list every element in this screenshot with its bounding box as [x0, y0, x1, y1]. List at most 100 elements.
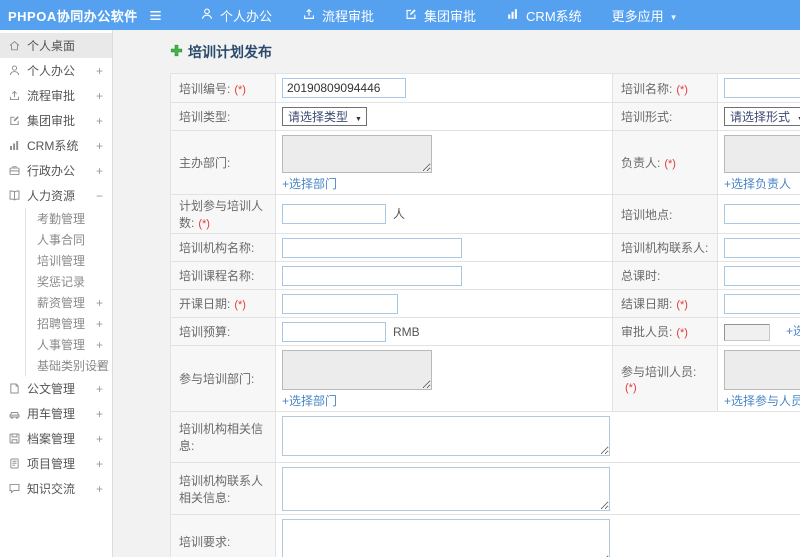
form-row: 参与培训部门: +选择部门 参与培训人员: (*) +选择参与人员	[170, 345, 800, 412]
form-row: 培训类型: 请选择类型 培训形式: 请选择形式	[170, 102, 800, 131]
required-marker: (*)	[198, 218, 210, 230]
sidebar-item-vehicle[interactable]: 用车管理 +	[0, 401, 112, 426]
unit-label: 人	[393, 207, 406, 221]
sidebar-subitem-salary[interactable]: 薪资管理 +	[26, 292, 112, 313]
sidebar-item-human-resources[interactable]: 人力资源 −	[0, 183, 112, 208]
select-participants-link[interactable]: +选择参与人员	[724, 392, 800, 409]
chat-icon	[8, 482, 21, 495]
start-date-label: 开课日期:	[179, 297, 231, 311]
expand-icon[interactable]: +	[96, 164, 103, 178]
expand-icon[interactable]: +	[96, 139, 103, 153]
expand-icon[interactable]: +	[96, 317, 103, 331]
required-marker: (*)	[676, 83, 688, 96]
approver-input[interactable]	[724, 323, 770, 341]
expand-icon[interactable]: +	[96, 457, 103, 471]
sidebar-item-knowledge[interactable]: 知识交流 +	[0, 476, 112, 501]
requirements-textarea[interactable]	[282, 519, 610, 557]
org-contact-input[interactable]	[724, 237, 800, 258]
location-input[interactable]	[724, 204, 800, 224]
participate-dept-textarea[interactable]	[282, 350, 432, 390]
sidebar-subitem-recruitment[interactable]: 招聘管理 +	[26, 313, 112, 334]
expand-icon[interactable]: +	[96, 407, 103, 421]
expand-icon[interactable]: +	[96, 114, 103, 128]
sidebar-item-personal-desktop[interactable]: 个人桌面	[0, 33, 112, 58]
car-icon	[8, 407, 21, 420]
expand-icon[interactable]: +	[96, 64, 103, 78]
sidebar-subitem-rewards[interactable]: 奖惩记录	[26, 271, 112, 292]
org-name-label: 培训机构名称:	[179, 241, 255, 255]
required-marker: (*)	[664, 158, 676, 170]
expand-icon[interactable]: +	[96, 482, 103, 496]
sidebar-item-workflow-approval[interactable]: 流程审批 +	[0, 83, 112, 108]
expand-icon[interactable]: +	[96, 296, 103, 310]
sidebar-item-label: 知识交流	[27, 482, 76, 496]
expand-icon[interactable]: +	[96, 359, 103, 373]
participants-textarea[interactable]	[724, 350, 800, 390]
sidebar-item-label: 个人桌面	[27, 39, 76, 53]
planned-count-input[interactable]	[282, 204, 386, 224]
host-dept-textarea[interactable]	[282, 135, 432, 173]
sidebar-subitem-hr-contract[interactable]: 人事合同	[26, 229, 112, 250]
sidebar-subitem-personnel[interactable]: 人事管理 +	[26, 334, 112, 355]
sidebar-item-crm[interactable]: CRM系统 +	[0, 133, 112, 158]
expand-icon[interactable]: +	[96, 382, 103, 396]
form-row: 开课日期: (*) 结课日期: (*)	[170, 289, 800, 318]
sidebar-item-official-docs[interactable]: 公文管理 +	[0, 376, 112, 401]
expand-icon[interactable]: +	[96, 432, 103, 446]
sidebar-item-group-approval[interactable]: 集团审批 +	[0, 108, 112, 133]
org-contact-info-textarea[interactable]	[282, 467, 610, 511]
nav-workflow-approval[interactable]: 流程审批	[302, 6, 374, 25]
nav-personal-office[interactable]: 个人办公	[200, 6, 272, 25]
form-row: 培训编号:(*) 培训名称:(*)	[170, 73, 800, 103]
sidebar-item-projects[interactable]: 项目管理 +	[0, 451, 112, 476]
training-name-input[interactable]	[724, 78, 800, 98]
expand-icon[interactable]: +	[96, 338, 103, 352]
select-approver-link[interactable]: +选择审批人员	[786, 324, 800, 338]
sidebar-item-label: CRM系统	[27, 139, 79, 153]
budget-input[interactable]	[282, 321, 386, 342]
select-dept-link[interactable]: +选择部门	[282, 392, 337, 409]
select-leader-link[interactable]: +选择负责人	[724, 175, 791, 192]
nav-more-apps[interactable]: 更多应用	[612, 6, 678, 25]
course-name-input[interactable]	[282, 265, 462, 286]
page-title-text: 培训计划发布	[188, 44, 272, 60]
leader-textarea[interactable]	[724, 135, 800, 173]
total-hours-input[interactable]	[724, 265, 800, 286]
sidebar-item-administrative-office[interactable]: 行政办公 +	[0, 158, 112, 183]
total-hours-label: 总课时:	[621, 269, 661, 283]
nav-crm-system[interactable]: CRM系统	[506, 6, 582, 25]
select-value: 请选择类型	[288, 110, 349, 124]
course-name-label: 培训课程名称:	[179, 269, 255, 283]
training-type-select[interactable]: 请选择类型	[282, 107, 367, 126]
project-icon	[8, 457, 21, 470]
org-info-textarea[interactable]	[282, 416, 610, 456]
select-value: 请选择形式	[730, 110, 791, 124]
training-name-label: 培训名称:	[621, 81, 673, 96]
sidebar-item-label: 用车管理	[27, 407, 76, 421]
expand-icon[interactable]: +	[96, 89, 103, 103]
sidebar-subitem-label: 招聘管理	[37, 317, 86, 331]
training-plan-form: 培训编号:(*) 培训名称:(*) 培训类型: 请选择类型 培训形式: 请选择形…	[170, 73, 800, 557]
training-form-select[interactable]: 请选择形式	[724, 107, 800, 126]
chart-icon	[8, 139, 21, 152]
sidebar-subitem-attendance[interactable]: 考勤管理	[26, 208, 112, 229]
end-date-input[interactable]	[724, 293, 800, 314]
hamburger-menu-icon[interactable]	[148, 8, 174, 23]
sidebar-item-archives[interactable]: 档案管理 +	[0, 426, 112, 451]
form-row: 培训机构联系人相关信息:	[170, 462, 800, 515]
collapse-icon[interactable]: −	[96, 189, 103, 203]
training-id-input[interactable]	[282, 78, 406, 98]
sidebar-item-personal-office[interactable]: 个人办公 +	[0, 58, 112, 83]
org-name-input[interactable]	[282, 237, 462, 258]
requirements-label: 培训要求:	[179, 535, 231, 549]
nav-group-approval[interactable]: 集团审批	[404, 6, 476, 25]
select-dept-link[interactable]: +选择部门	[282, 175, 337, 192]
sidebar-subitem-base-category[interactable]: 基础类别设置 +	[26, 355, 112, 376]
org-contact-label: 培训机构联系人:	[621, 241, 709, 255]
sidebar-item-label: 项目管理	[27, 457, 76, 471]
sidebar-subitem-training[interactable]: 培训管理	[26, 250, 112, 271]
training-form-label: 培训形式:	[621, 110, 673, 124]
start-date-input[interactable]	[282, 293, 398, 314]
org-contact-info-label: 培训机构联系人相关信息:	[179, 473, 264, 505]
nav-label: 流程审批	[322, 8, 375, 24]
